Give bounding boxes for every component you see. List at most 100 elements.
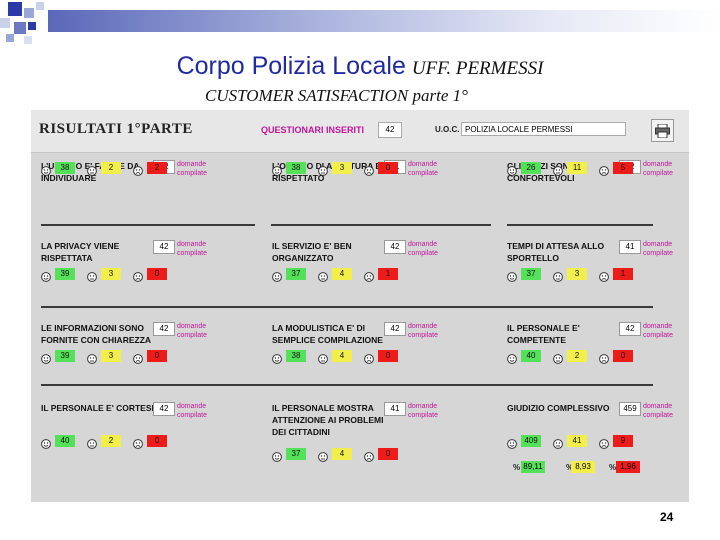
responses-label-line1: domande [643, 323, 673, 330]
page-number: 24 [660, 510, 674, 524]
responses-count: 42 [153, 322, 175, 336]
good-face-icon [507, 351, 517, 364]
office-text: UFF. PERMESSI [411, 58, 544, 79]
responses-label-line2: compilate [643, 332, 673, 339]
good-face-icon [41, 436, 51, 449]
good-count: 38 [55, 162, 75, 174]
neutral-face-icon [87, 163, 97, 176]
responses-label-line1: domande [177, 161, 207, 168]
bad-count: 9 [613, 435, 633, 447]
responses-label-line2: compilate [643, 412, 673, 419]
neutral-face-icon [318, 351, 328, 364]
responses-count: 42 [384, 322, 406, 336]
bad-face-icon [599, 351, 609, 364]
responses-label-line2: compilate [177, 332, 207, 339]
questionnaires-label: QUESTIONARI INSERITI [261, 125, 365, 135]
good-count: 26 [521, 162, 541, 174]
neutral-count: 4 [332, 268, 352, 280]
bad-face-icon [364, 351, 374, 364]
title-text: Corpo Polizia Locale [176, 52, 406, 80]
neutral-count: 3 [101, 268, 121, 280]
bad-face-icon [133, 269, 143, 282]
bad-count: 0 [147, 268, 167, 280]
uoc-field[interactable]: POLIZIA LOCALE PERMESSI [461, 122, 626, 136]
good-count: 37 [521, 268, 541, 280]
bad-count: 1 [613, 268, 633, 280]
bad-count: 0 [378, 448, 398, 460]
bad-face-icon [133, 163, 143, 176]
neutral-count: 3 [101, 350, 121, 362]
bad-face-icon [364, 449, 374, 462]
responses-label-line2: compilate [177, 170, 207, 177]
neutral-face-icon [553, 351, 563, 364]
bad-count: 0 [147, 435, 167, 447]
neutral-face-icon [87, 269, 97, 282]
neutral-face-icon [318, 269, 328, 282]
responses-label-line2: compilate [408, 412, 438, 419]
responses-label-line1: domande [408, 323, 438, 330]
question-text: IL SERVIZIO E' BEN ORGANIZZATO [272, 241, 352, 263]
responses-count: 41 [384, 402, 406, 416]
responses-label-line1: domande [643, 241, 673, 248]
question-text: LA MODULISTICA E' DI SEMPLICE COMPILAZIO… [272, 323, 383, 345]
header-gradient-bar [48, 10, 720, 32]
percent-good: 89,11 [521, 461, 545, 473]
bad-count: 0 [613, 350, 633, 362]
good-face-icon [507, 436, 517, 449]
responses-count: 42 [384, 240, 406, 254]
responses-count: 42 [153, 240, 175, 254]
responses-label-line1: domande [177, 241, 207, 248]
responses-label-line2: compilate [643, 170, 673, 177]
good-count: 37 [286, 268, 306, 280]
neutral-face-icon [87, 436, 97, 449]
neutral-count: 4 [332, 350, 352, 362]
responses-count: 42 [153, 402, 175, 416]
responses-label-line1: domande [643, 161, 673, 168]
bad-face-icon [599, 163, 609, 176]
percent-bad: 1,96 [616, 461, 640, 473]
printer-icon [655, 123, 670, 138]
neutral-face-icon [553, 269, 563, 282]
good-face-icon [272, 449, 282, 462]
bad-face-icon [133, 436, 143, 449]
results-panel: RISULTATI 1°PARTE QUESTIONARI INSERITI 4… [31, 110, 689, 502]
neutral-face-icon [318, 163, 328, 176]
responses-label-line1: domande [643, 403, 673, 410]
responses-label-line2: compilate [177, 412, 207, 419]
question-text: IL PERSONALE MOSTRA ATTENZIONE AI PROBLE… [272, 403, 384, 437]
responses-label-line1: domande [408, 403, 438, 410]
neutral-count: 2 [101, 435, 121, 447]
bad-face-icon [364, 269, 374, 282]
neutral-count: 41 [567, 435, 587, 447]
responses-label-line1: domande [177, 403, 207, 410]
neutral-count: 3 [332, 162, 352, 174]
responses-count: 41 [619, 240, 641, 254]
bad-face-icon [599, 436, 609, 449]
question-text: LA PRIVACY VIENE RISPETTATA [41, 241, 120, 263]
responses-label-line1: domande [408, 161, 438, 168]
good-count: 38 [286, 162, 306, 174]
good-count: 39 [55, 268, 75, 280]
question-text: GIUDIZIO COMPLESSIVO [507, 403, 610, 413]
responses-label-line2: compilate [408, 332, 438, 339]
bad-count: 5 [613, 162, 633, 174]
percent-symbol-good: % [513, 463, 521, 472]
responses-label-line2: compilate [177, 250, 207, 257]
neutral-count: 3 [567, 268, 587, 280]
good-count: 40 [521, 350, 541, 362]
good-face-icon [41, 351, 51, 364]
responses-label-line2: compilate [643, 250, 673, 257]
responses-label-line1: domande [177, 323, 207, 330]
question-text: IL PERSONALE E' COMPETENTE [507, 323, 580, 345]
panel-header: RISULTATI 1°PARTE QUESTIONARI INSERITI 4… [31, 110, 689, 153]
responses-label-line2: compilate [408, 250, 438, 257]
question-text: TEMPI DI ATTESA ALLO SPORTELLO [507, 241, 605, 263]
print-button[interactable] [651, 119, 674, 142]
good-count: 409 [521, 435, 541, 447]
uoc-label: U.O.C. [435, 125, 460, 134]
responses-label-line1: domande [408, 241, 438, 248]
bad-count: 0 [147, 350, 167, 362]
neutral-face-icon [553, 163, 563, 176]
percent-neutral: 8,93 [571, 461, 595, 473]
good-face-icon [41, 163, 51, 176]
